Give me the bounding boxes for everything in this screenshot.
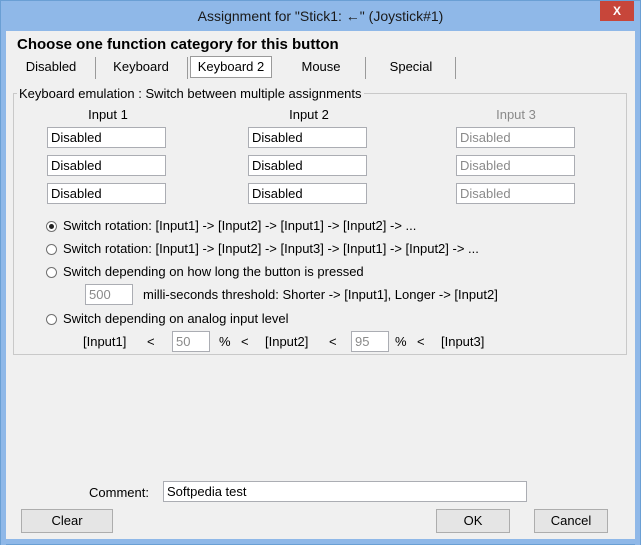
window-frame-left [1, 31, 6, 545]
group-title: Keyboard emulation : Switch between mult… [17, 86, 364, 101]
analog-input2-label: [Input2] [265, 334, 309, 349]
analog-input3-label: [Input3] [441, 334, 485, 349]
window-title: Assignment for "Stick1: ←" (Joystick#1) [197, 8, 444, 24]
threshold-ms-field: 500 [85, 284, 133, 305]
ok-button[interactable]: OK [436, 509, 510, 533]
analog-threshold-1-field: 50 [172, 331, 210, 352]
input2-field-2[interactable]: Disabled [248, 155, 367, 176]
title-bar[interactable]: Assignment for "Stick1: ←" (Joystick#1) … [1, 1, 640, 31]
radio-switch-rotation-2[interactable] [46, 221, 57, 232]
tab-separator [95, 57, 96, 79]
radio-switch-rotation-3[interactable] [46, 244, 57, 255]
clear-button[interactable]: Clear [21, 509, 113, 533]
input2-field-1[interactable]: Disabled [248, 127, 367, 148]
input1-field-1[interactable]: Disabled [47, 127, 166, 148]
tab-mouse[interactable]: Mouse [283, 56, 359, 78]
analog-lt-3: < [329, 334, 337, 349]
radio-switch-duration[interactable] [46, 267, 57, 278]
input1-field-3[interactable]: Disabled [47, 183, 166, 204]
input1-field-2[interactable]: Disabled [47, 155, 166, 176]
radio-selected-dot [49, 224, 54, 229]
analog-input1-label: [Input1] [83, 334, 127, 349]
analog-lt-2: < [241, 334, 249, 349]
threshold-description: milli-seconds threshold: Shorter -> [Inp… [143, 287, 498, 302]
comment-input[interactable]: Softpedia test [163, 481, 527, 502]
cancel-button[interactable]: Cancel [534, 509, 608, 533]
option-switch-rotation-3-label[interactable]: Switch rotation: [Input1] -> [Input2] ->… [63, 241, 479, 256]
analog-threshold-2-field: 95 [351, 331, 389, 352]
tab-separator [455, 57, 456, 79]
input2-header: Input 2 [289, 107, 329, 122]
tab-separator [365, 57, 366, 79]
input1-header: Input 1 [88, 107, 128, 122]
analog-lt-1: < [147, 334, 155, 349]
category-heading: Choose one function category for this bu… [17, 36, 339, 53]
option-switch-rotation-2-label[interactable]: Switch rotation: [Input1] -> [Input2] ->… [63, 218, 416, 233]
option-switch-analog-label[interactable]: Switch depending on analog input level [63, 311, 289, 326]
tab-keyboard[interactable]: Keyboard [103, 56, 179, 78]
tab-special[interactable]: Special [373, 56, 449, 78]
analog-percent-2: % [395, 334, 407, 349]
input3-field-2: Disabled [456, 155, 575, 176]
tab-keyboard-2[interactable]: Keyboard 2 [190, 56, 272, 78]
analog-lt-4: < [417, 334, 425, 349]
dialog-window: Assignment for "Stick1: ←" (Joystick#1) … [0, 0, 641, 545]
option-switch-duration-label[interactable]: Switch depending on how long the button … [63, 264, 364, 279]
input2-field-3[interactable]: Disabled [248, 183, 367, 204]
input3-header: Input 3 [496, 107, 536, 122]
radio-switch-analog[interactable] [46, 314, 57, 325]
tab-separator [187, 57, 188, 79]
analog-percent-1: % [219, 334, 231, 349]
close-icon: X [612, 4, 621, 18]
input3-field-3: Disabled [456, 183, 575, 204]
tab-disabled[interactable]: Disabled [17, 56, 85, 78]
input3-field-1: Disabled [456, 127, 575, 148]
window-frame-right [635, 31, 640, 545]
window-frame-bottom [1, 539, 640, 544]
comment-label: Comment: [89, 485, 149, 500]
close-button[interactable]: X [600, 1, 634, 21]
